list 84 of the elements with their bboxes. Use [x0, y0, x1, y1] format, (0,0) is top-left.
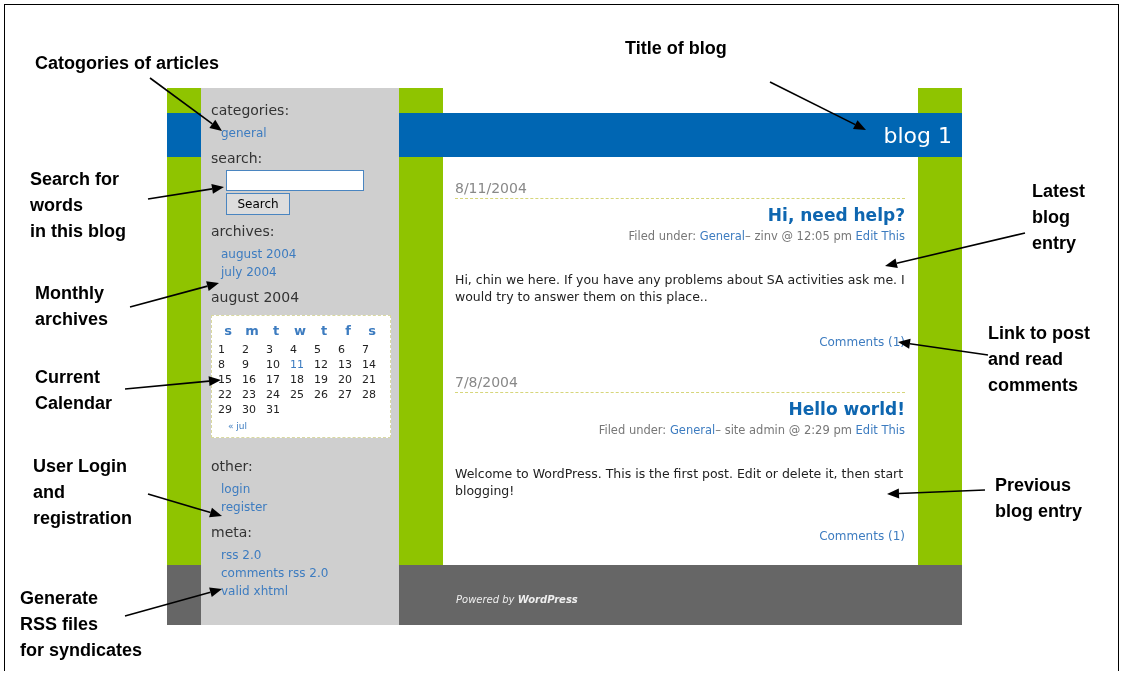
- filed-label: Filed under:: [598, 423, 668, 437]
- calendar-day: 17: [264, 372, 288, 387]
- calendar-day: 29: [216, 402, 240, 417]
- calendar-day: 19: [312, 372, 336, 387]
- calendar-day: 4: [288, 342, 312, 357]
- annotation-label: Monthly archives: [35, 282, 109, 331]
- calendar-day: 7: [360, 342, 384, 357]
- calendar-day: 3: [264, 342, 288, 357]
- calendar-day: 28: [360, 387, 384, 402]
- post-title: Hi, need help?: [766, 205, 905, 225]
- sidebar-link[interactable]: rss 2.0: [221, 546, 391, 564]
- calendar-day: 2: [240, 342, 264, 357]
- calendar-day: 10: [264, 357, 288, 372]
- sidebar-link[interactable]: register: [221, 498, 391, 516]
- footer-band: [167, 565, 201, 625]
- annotation-label: Catogories of articles: [35, 52, 220, 75]
- header-band: [167, 113, 201, 157]
- blog-title: blog 1: [883, 122, 952, 148]
- calendar-day: 9: [240, 357, 264, 372]
- sidebar-link[interactable]: general: [221, 124, 391, 142]
- previous-month-link[interactable]: « jul: [228, 421, 248, 431]
- edit-link[interactable]: Edit This: [855, 229, 905, 243]
- post-title: Hello world!: [787, 399, 905, 419]
- category-link[interactable]: General: [699, 229, 746, 243]
- category-link[interactable]: General: [669, 423, 716, 437]
- calendar-day: 24: [264, 387, 288, 402]
- weekday-label: w: [293, 322, 307, 340]
- annotation-label: User Login and registration: [33, 455, 133, 530]
- calendar-day: 30: [240, 402, 264, 417]
- calendar-day: 27: [336, 387, 360, 402]
- annotation-label: Previous blog entry: [995, 474, 1082, 523]
- calendar-day: 1: [216, 342, 240, 357]
- sidebar-heading: search:: [211, 149, 264, 168]
- calendar-day: 26: [312, 387, 336, 402]
- post-body: Hi, chin we here. If you have any problems about SA activities ask me. I would try to answer them on this place..: [455, 271, 905, 305]
- weekday-label: s: [367, 322, 377, 340]
- post-date: 8/11/2004: [455, 180, 905, 199]
- sidebar-link[interactable]: valid xhtml: [221, 582, 391, 600]
- post-body: Welcome to WordPress. This is the first post. Edit or delete it, then start blogging!: [455, 465, 905, 499]
- post-byline: – zinv @ 12:05 pm: [745, 229, 853, 243]
- calendar-day: 8: [216, 357, 240, 372]
- annotation-label: Title of blog: [625, 37, 727, 60]
- post-byline: – site admin @ 2:29 pm: [715, 423, 853, 437]
- weekday-label: m: [244, 322, 260, 340]
- sidebar-link[interactable]: july 2004: [221, 263, 391, 281]
- calendar-day: 5: [312, 342, 336, 357]
- calendar-day: 20: [336, 372, 360, 387]
- sidebar-link[interactable]: login: [221, 480, 391, 498]
- annotation-label: Link to post and read comments: [988, 322, 1090, 397]
- annotation-label: Current Calendar: [35, 366, 113, 415]
- sidebar-heading: other:: [211, 457, 254, 476]
- filed-label: Filed under:: [628, 229, 698, 243]
- calendar-day: 31: [264, 402, 288, 417]
- sidebar-link[interactable]: august 2004: [221, 245, 391, 263]
- calendar-day: 22: [216, 387, 240, 402]
- calendar-day: 18: [288, 372, 312, 387]
- weekday-label: t: [271, 322, 281, 340]
- search-button[interactable]: Search: [226, 193, 290, 215]
- annotation-label: Latest blog entry: [1032, 180, 1085, 255]
- calendar-day: 21: [360, 372, 384, 387]
- footer-text: Powered by WordPress: [456, 593, 578, 605]
- edit-link[interactable]: Edit This: [855, 423, 905, 437]
- calendar-day: 6: [336, 342, 360, 357]
- sidebar-heading: categories:: [211, 101, 291, 120]
- sidebar-link[interactable]: comments rss 2.0: [221, 564, 391, 582]
- calendar-day: 15: [216, 372, 240, 387]
- search-field[interactable]: [226, 170, 364, 191]
- annotation-label: Generate RSS files for syndicates: [20, 587, 143, 662]
- weekday-label: s: [223, 322, 233, 340]
- calendar-day-link[interactable]: 11: [288, 357, 312, 372]
- calendar-day: 14: [360, 357, 384, 372]
- post-date: 7/8/2004: [455, 374, 905, 393]
- calendar-day: 23: [240, 387, 264, 402]
- sidebar-heading: archives:: [211, 222, 276, 241]
- comments-link[interactable]: Comments (1): [819, 529, 905, 543]
- calendar-day: 13: [336, 357, 360, 372]
- sidebar-heading: meta:: [211, 523, 254, 542]
- weekday-label: f: [344, 322, 352, 340]
- weekday-label: t: [319, 322, 329, 340]
- calendar-day: 12: [312, 357, 336, 372]
- calendar-month: august 2004: [211, 288, 301, 307]
- annotation-label: Search for words in this blog: [30, 168, 126, 243]
- calendar-day: 25: [288, 387, 312, 402]
- calendar-day: 16: [240, 372, 264, 387]
